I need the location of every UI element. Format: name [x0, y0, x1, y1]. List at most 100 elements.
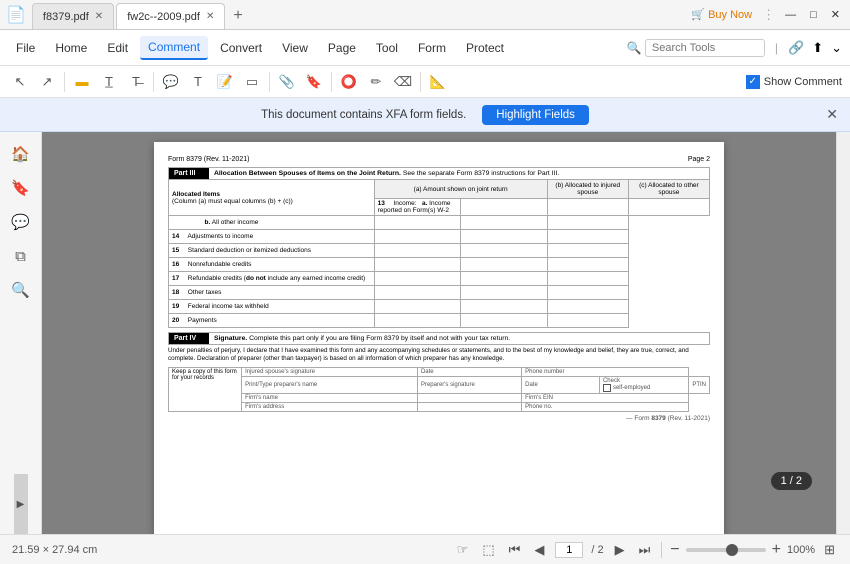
- nav-first-button[interactable]: ⏮: [506, 542, 524, 558]
- row-16-col-b[interactable]: [461, 258, 548, 272]
- nav-next-button[interactable]: ▶: [612, 542, 628, 558]
- row-14-col-b[interactable]: [461, 230, 548, 244]
- nav-last-button[interactable]: ⏭: [636, 542, 654, 558]
- attachment-tool[interactable]: 📎: [275, 70, 299, 94]
- show-comment-checkbox[interactable]: ✓: [746, 75, 760, 89]
- row-16-col-c[interactable]: [547, 258, 628, 272]
- row-18-col-c[interactable]: [547, 286, 628, 300]
- menu-home[interactable]: Home: [47, 37, 95, 59]
- add-tab-button[interactable]: +: [227, 3, 248, 29]
- arrow-tool[interactable]: ↗: [35, 70, 59, 94]
- menu-form[interactable]: Form: [410, 37, 454, 59]
- nav-prev-button[interactable]: ◀: [531, 542, 547, 558]
- page-number-input[interactable]: [555, 542, 583, 558]
- row-17-col-b[interactable]: [461, 272, 548, 286]
- sidebar-search-icon[interactable]: 🔍: [7, 276, 35, 304]
- row-13b-col-a[interactable]: [374, 216, 461, 230]
- zoom-minus-button[interactable]: −: [670, 541, 679, 559]
- row-18-col-a[interactable]: [374, 286, 461, 300]
- firm-name-field[interactable]: Firm's name: [242, 394, 418, 403]
- row-19-col-c[interactable]: [547, 300, 628, 314]
- highlight-tool[interactable]: ▬: [70, 70, 94, 94]
- chevron-down-icon[interactable]: ⌄: [831, 40, 842, 56]
- row-13a-col-b[interactable]: [547, 199, 628, 216]
- phone-no-field[interactable]: Phone no.: [522, 403, 689, 412]
- shape-tool[interactable]: ⭕: [337, 70, 361, 94]
- row-17-col-c[interactable]: [547, 272, 628, 286]
- external-link-icon[interactable]: 🔗: [788, 40, 804, 56]
- tab-f8379[interactable]: f8379.pdf ✕: [32, 3, 114, 29]
- box-tool[interactable]: ▭: [240, 70, 264, 94]
- ptin-field[interactable]: PTIN: [689, 377, 710, 394]
- nav-select-icon[interactable]: ⬚: [479, 542, 497, 558]
- cursor-tool[interactable]: ↖: [8, 70, 32, 94]
- fit-page-button[interactable]: ⊞: [821, 542, 838, 558]
- date-field-2[interactable]: Date: [522, 377, 600, 394]
- row-19-col-a[interactable]: [374, 300, 461, 314]
- buy-now-button[interactable]: 🛒 Buy Now: [687, 8, 756, 21]
- row-14-col-c[interactable]: [547, 230, 628, 244]
- menu-convert[interactable]: Convert: [212, 37, 270, 59]
- row-18-col-b[interactable]: [461, 286, 548, 300]
- draw-tool[interactable]: ✏: [364, 70, 388, 94]
- preparer-name-field[interactable]: Print/Type preparer's name: [242, 377, 418, 394]
- expand-icon[interactable]: ⬆: [812, 40, 823, 56]
- row-13a-col-a[interactable]: [461, 199, 548, 216]
- measure-tool[interactable]: 📐: [426, 70, 450, 94]
- zoom-thumb[interactable]: [726, 544, 738, 556]
- row-15-col-c[interactable]: [547, 244, 628, 258]
- row-13a-col-c[interactable]: [628, 199, 709, 216]
- row-16-col-a[interactable]: [374, 258, 461, 272]
- check-self-employed-field[interactable]: Check self-employed: [599, 377, 688, 394]
- note-tool[interactable]: 💬: [159, 70, 183, 94]
- sidebar-bookmark-icon[interactable]: 🔖: [7, 174, 35, 202]
- tab-fw2c[interactable]: fw2c--2009.pdf ✕: [116, 3, 225, 29]
- row-13b-col-c[interactable]: [547, 216, 628, 230]
- sidebar-layers-icon[interactable]: ⧉: [7, 242, 35, 270]
- row-20-col-b[interactable]: [461, 314, 548, 328]
- nav-cursor-icon[interactable]: ☞: [454, 542, 472, 558]
- firm-address-field[interactable]: Firm's address: [242, 403, 418, 412]
- close-button[interactable]: ✕: [827, 8, 844, 21]
- row-14-col-a[interactable]: [374, 230, 461, 244]
- underline-tool[interactable]: T̲: [97, 70, 121, 94]
- banner-close-button[interactable]: ✕: [826, 106, 838, 123]
- menu-comment[interactable]: Comment: [140, 36, 208, 60]
- date-field-1[interactable]: Date: [417, 368, 521, 377]
- menu-protect[interactable]: Protect: [458, 37, 512, 59]
- maximize-button[interactable]: □: [806, 9, 821, 21]
- stamp-tool[interactable]: 🔖: [302, 70, 326, 94]
- row-20-col-a[interactable]: [374, 314, 461, 328]
- menu-dots[interactable]: ⋮: [762, 7, 775, 23]
- sidebar-home-icon[interactable]: 🏠: [7, 140, 35, 168]
- menu-page[interactable]: Page: [320, 37, 364, 59]
- text-tool[interactable]: T: [186, 70, 210, 94]
- row-13b-col-b[interactable]: [461, 216, 548, 230]
- firm-ein-field[interactable]: Firm's EIN: [522, 394, 689, 403]
- menu-edit[interactable]: Edit: [99, 37, 136, 59]
- tab-close-2[interactable]: ✕: [206, 11, 214, 22]
- row-15-col-b[interactable]: [461, 244, 548, 258]
- sidebar-toggle[interactable]: ▶: [14, 474, 28, 534]
- menu-file[interactable]: File: [8, 37, 43, 59]
- callout-tool[interactable]: 📝: [213, 70, 237, 94]
- pdf-area[interactable]: Form 8379 (Rev. 11-2021) Page 2 Part III…: [42, 132, 836, 534]
- zoom-plus-button[interactable]: +: [772, 541, 781, 559]
- highlight-fields-button[interactable]: Highlight Fields: [482, 105, 589, 125]
- strikethrough-tool[interactable]: T̶: [124, 70, 148, 94]
- menu-tool[interactable]: Tool: [368, 37, 406, 59]
- preparer-sig-field[interactable]: Preparer's signature: [417, 377, 521, 394]
- injured-sig-field[interactable]: Injured spouse's signature: [242, 368, 418, 377]
- row-20-col-c[interactable]: [547, 314, 628, 328]
- row-17-col-a[interactable]: [374, 272, 461, 286]
- row-19-col-b[interactable]: [461, 300, 548, 314]
- row-15-col-a[interactable]: [374, 244, 461, 258]
- sidebar-comment-icon[interactable]: 💬: [7, 208, 35, 236]
- eraser-tool[interactable]: ⌫: [391, 70, 415, 94]
- phone-field[interactable]: Phone number: [522, 368, 689, 377]
- tab-close-1[interactable]: ✕: [95, 11, 103, 22]
- zoom-slider[interactable]: [686, 548, 766, 552]
- minimize-button[interactable]: —: [781, 9, 800, 21]
- right-sidebar[interactable]: [836, 132, 850, 534]
- search-input[interactable]: [645, 39, 765, 57]
